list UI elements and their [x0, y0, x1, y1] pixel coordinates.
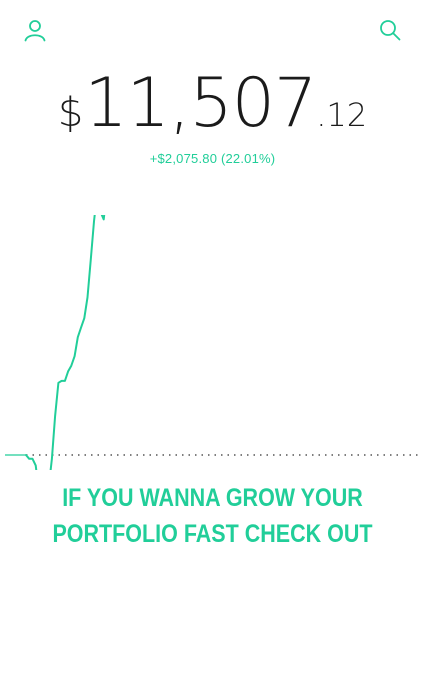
currency-symbol: $	[57, 90, 85, 136]
portfolio-value-whole: 11,507	[84, 64, 317, 143]
account-button[interactable]	[19, 14, 51, 46]
promo-line-1: IF YOU WANNA GROW YOUR	[62, 484, 363, 512]
search-button[interactable]	[374, 14, 406, 46]
portfolio-value-cents: .12	[316, 96, 368, 134]
portfolio-line	[25, 215, 106, 470]
search-icon	[380, 20, 401, 41]
portfolio-screen: $11,507.12 +$2,075.80 (22.01%) IF YOU WA…	[0, 0, 425, 680]
portfolio-chart[interactable]	[0, 215, 425, 470]
portfolio-value: $11,507.12	[0, 70, 425, 138]
promo-line-2: PORTFOLIO FAST CHECK OUT	[52, 520, 373, 548]
promo-caption: IF YOU WANNA GROW YOUR PORTFOLIO FAST CH…	[30, 480, 396, 552]
user-icon	[24, 20, 46, 42]
portfolio-change: +$2,075.80 (22.01%)	[149, 151, 276, 166]
